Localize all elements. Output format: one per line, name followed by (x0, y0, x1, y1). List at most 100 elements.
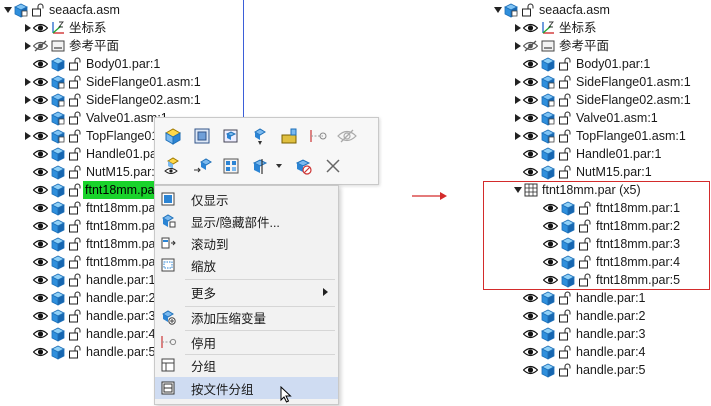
visibility-eye-icon[interactable] (32, 271, 49, 289)
tree-item[interactable]: handle.par:5 (23, 343, 156, 361)
visibility-eye-icon[interactable] (522, 55, 539, 73)
tree-item[interactable]: handle.par:1 (513, 289, 646, 307)
tree-item[interactable]: handle.par:1 (23, 271, 156, 289)
hide-icon[interactable] (335, 124, 359, 148)
visibility-eye-icon[interactable] (522, 145, 539, 163)
lock-icon[interactable] (519, 1, 536, 19)
tree-item[interactable]: SideFlange01.asm:1 (513, 73, 691, 91)
expand-toggle-icon[interactable] (493, 1, 502, 19)
lock-icon[interactable] (556, 307, 573, 325)
part-view-icon[interactable] (219, 124, 243, 148)
tree-item[interactable]: handle.par:3 (513, 325, 646, 343)
visibility-eye-icon[interactable] (522, 19, 539, 37)
visibility-eye-icon[interactable] (32, 181, 49, 199)
expand-toggle-icon[interactable] (23, 73, 32, 91)
tree-item[interactable]: ftnt18mm.par:4 (23, 235, 170, 253)
expand-toggle-icon[interactable] (513, 73, 522, 91)
menu-item-add-suppression-variable[interactable]: 添加压缩变量 (155, 306, 338, 328)
lock-icon[interactable] (66, 127, 83, 145)
lock-icon[interactable] (66, 73, 83, 91)
lock-icon[interactable] (66, 325, 83, 343)
tree-item-ref-planes[interactable]: 参考平面 (513, 37, 609, 55)
component-eye-icon[interactable] (161, 154, 185, 178)
visibility-eye-icon[interactable] (522, 73, 539, 91)
lock-icon[interactable] (66, 109, 83, 127)
visibility-eye-icon[interactable] (32, 235, 49, 253)
suppress-icon[interactable] (306, 124, 330, 148)
tree-item[interactable]: handle.par:3 (23, 307, 156, 325)
visibility-eye-icon[interactable] (32, 199, 49, 217)
lock-icon[interactable] (66, 91, 83, 109)
visibility-eye-icon[interactable] (522, 361, 539, 379)
window-frame-icon[interactable] (190, 124, 214, 148)
menu-item-zoom[interactable]: 缩放 (155, 254, 338, 276)
lock-icon[interactable] (556, 145, 573, 163)
hidden-eye-icon[interactable] (522, 37, 539, 55)
lock-icon[interactable] (66, 145, 83, 163)
visibility-eye-icon[interactable] (32, 127, 49, 145)
section-icon[interactable] (248, 154, 272, 178)
tree-item[interactable]: handle.par:4 (23, 325, 156, 343)
lock-icon[interactable] (66, 217, 83, 235)
tree-item[interactable]: Handle01.par:1 (23, 145, 171, 163)
tree-item[interactable]: ftnt18mm.par:2 (23, 199, 170, 217)
lock-icon[interactable] (556, 361, 573, 379)
lock-icon[interactable] (66, 271, 83, 289)
tree-item[interactable]: SideFlange01.asm:1 (23, 73, 201, 91)
measure-icon[interactable] (277, 124, 301, 148)
expand-toggle-icon[interactable] (23, 109, 32, 127)
tree-item-coord[interactable]: 坐标系 (23, 19, 107, 37)
replace-icon[interactable] (190, 154, 214, 178)
expand-toggle-icon[interactable] (23, 19, 32, 37)
visibility-eye-icon[interactable] (32, 91, 49, 109)
lock-icon[interactable] (556, 163, 573, 181)
menu-item-show-hide-parts[interactable]: 显示/隐藏部件... (155, 210, 338, 232)
lock-icon[interactable] (556, 127, 573, 145)
lock-icon[interactable] (66, 235, 83, 253)
visibility-eye-icon[interactable] (32, 217, 49, 235)
menu-item-show-only[interactable]: 仅显示 (155, 188, 338, 210)
dropdown-arrow-icon[interactable] (273, 154, 285, 178)
visibility-eye-icon[interactable] (522, 91, 539, 109)
lock-icon[interactable] (556, 55, 573, 73)
lock-icon[interactable] (66, 343, 83, 361)
delete-part-icon[interactable] (291, 154, 315, 178)
lock-icon[interactable] (66, 181, 83, 199)
visibility-eye-icon[interactable] (32, 307, 49, 325)
lock-icon[interactable] (66, 307, 83, 325)
visibility-eye-icon[interactable] (522, 307, 539, 325)
visibility-eye-icon[interactable] (32, 145, 49, 163)
expand-toggle-icon[interactable] (513, 109, 522, 127)
show-only-icon[interactable] (161, 124, 185, 148)
expand-toggle-icon[interactable] (23, 127, 32, 145)
lock-icon[interactable] (29, 1, 46, 19)
visibility-eye-icon[interactable] (522, 109, 539, 127)
lock-icon[interactable] (556, 325, 573, 343)
tree-root[interactable]: seaacfa.asm (493, 1, 610, 19)
tree-item[interactable]: ftnt18mm.par:3 (23, 217, 170, 235)
lock-icon[interactable] (66, 163, 83, 181)
menu-item-disable[interactable]: 停用 (155, 331, 338, 353)
expand-toggle-icon[interactable] (3, 1, 12, 19)
hidden-eye-icon[interactable] (32, 37, 49, 55)
expand-toggle-icon[interactable] (23, 91, 32, 109)
menu-item-more[interactable]: 更多 (155, 281, 338, 303)
tree-item[interactable]: handle.par:2 (23, 289, 156, 307)
tree-item[interactable]: handle.par:5 (513, 361, 646, 379)
expand-toggle-icon[interactable] (513, 127, 522, 145)
move-part-icon[interactable] (248, 124, 272, 148)
tree-item[interactable]: ftnt18mm.par:5 (23, 253, 170, 271)
lock-icon[interactable] (66, 253, 83, 271)
visibility-eye-icon[interactable] (522, 127, 539, 145)
tree-item[interactable]: Valve01.asm:1 (23, 109, 168, 127)
tree-item[interactable]: Body01.par:1 (23, 55, 160, 73)
tree-item-coord[interactable]: 坐标系 (513, 19, 597, 37)
tree-item[interactable]: NutM15.par:1 (23, 163, 162, 181)
visibility-eye-icon[interactable] (522, 325, 539, 343)
visibility-eye-icon[interactable] (32, 109, 49, 127)
expand-toggle-icon[interactable] (513, 91, 522, 109)
visibility-eye-icon[interactable] (32, 73, 49, 91)
lock-icon[interactable] (66, 55, 83, 73)
menu-item-group-by-file[interactable]: 按文件分组 (155, 377, 338, 399)
expand-toggle-icon[interactable] (513, 37, 522, 55)
